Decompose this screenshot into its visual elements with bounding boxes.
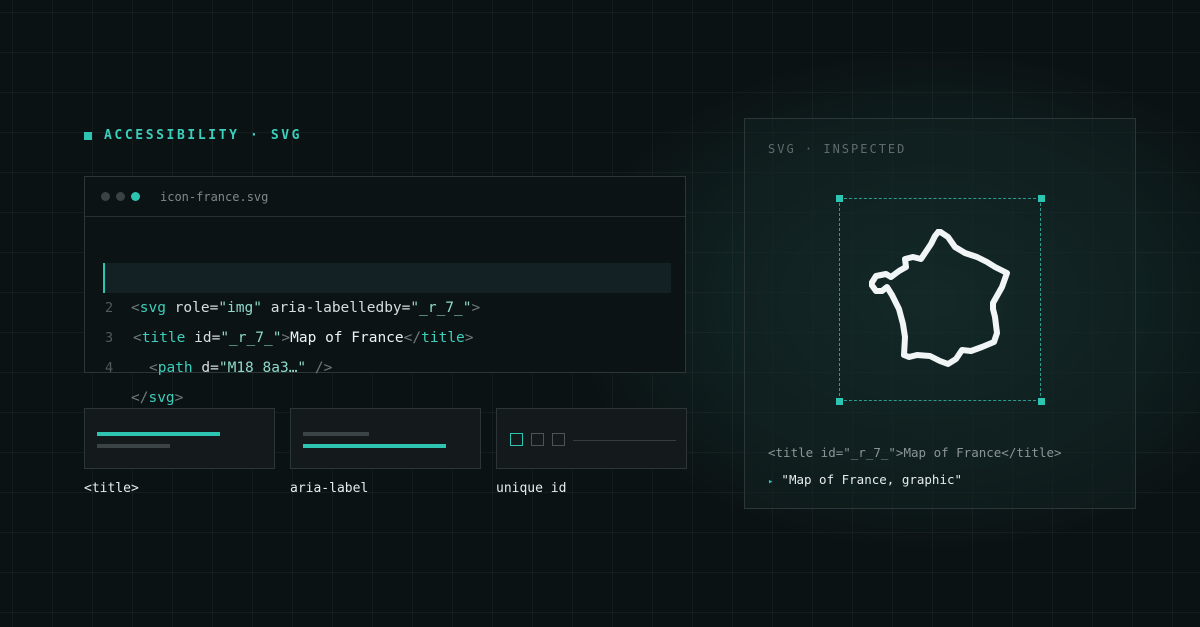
line-number: 4 xyxy=(105,360,114,376)
selection-handle-icon[interactable] xyxy=(836,195,843,202)
title-option-card xyxy=(84,408,275,469)
inspector-code: <title id="_r_7_">Map of France</title> xyxy=(768,445,1062,460)
aria-label-option-card xyxy=(290,408,481,469)
kicker-square-icon xyxy=(84,131,92,140)
play-arrow-icon: ▸ xyxy=(768,477,774,487)
selection-handle-icon[interactable] xyxy=(836,398,843,405)
code-lines: 1 <svg role="img" aria-labelledby="_r_7_… xyxy=(85,233,685,406)
window-dot-icon xyxy=(116,192,125,201)
code-line: 4 </svg> xyxy=(85,323,685,406)
code-editor: icon-france.svg 1 <svg role="img" aria-l… xyxy=(84,176,686,406)
section-kicker: ACCESSIBILITY · SVG xyxy=(84,128,302,143)
aria-label-option-caption: aria-label xyxy=(290,481,369,496)
code-line: 1 <svg role="img" aria-labelledby="_r_7_… xyxy=(85,233,685,316)
svg-inspector-panel: SVG · INSPECTED <title id="_r_7_">Map of… xyxy=(744,118,1136,509)
editor-title-bar: icon-france.svg xyxy=(85,177,685,217)
unique-id-option-card xyxy=(496,408,687,469)
unique-id-option-caption: unique id xyxy=(496,481,567,496)
kicker-label: ACCESSIBILITY · SVG xyxy=(104,128,303,143)
selection-handle-icon[interactable] xyxy=(1038,398,1045,405)
title-option-caption: <title> xyxy=(84,481,139,496)
france-map-icon xyxy=(869,229,1010,367)
window-dot-active-icon xyxy=(131,192,140,201)
code-line-highlighted: 2 <title id="_r_7_">Map of France</title… xyxy=(103,263,671,346)
inspector-label: SVG · INSPECTED xyxy=(768,142,907,156)
selection-handle-icon[interactable] xyxy=(1038,195,1045,202)
screen-reader-text: "Map of France, graphic" xyxy=(781,472,963,487)
editor-file-name: icon-france.svg xyxy=(160,189,269,204)
code-line: 3 <path d="M18 8a3…" /> xyxy=(85,293,685,376)
window-dot-icon xyxy=(101,192,110,201)
screen-reader-output: ▸ "Map of France, graphic" xyxy=(768,472,962,487)
